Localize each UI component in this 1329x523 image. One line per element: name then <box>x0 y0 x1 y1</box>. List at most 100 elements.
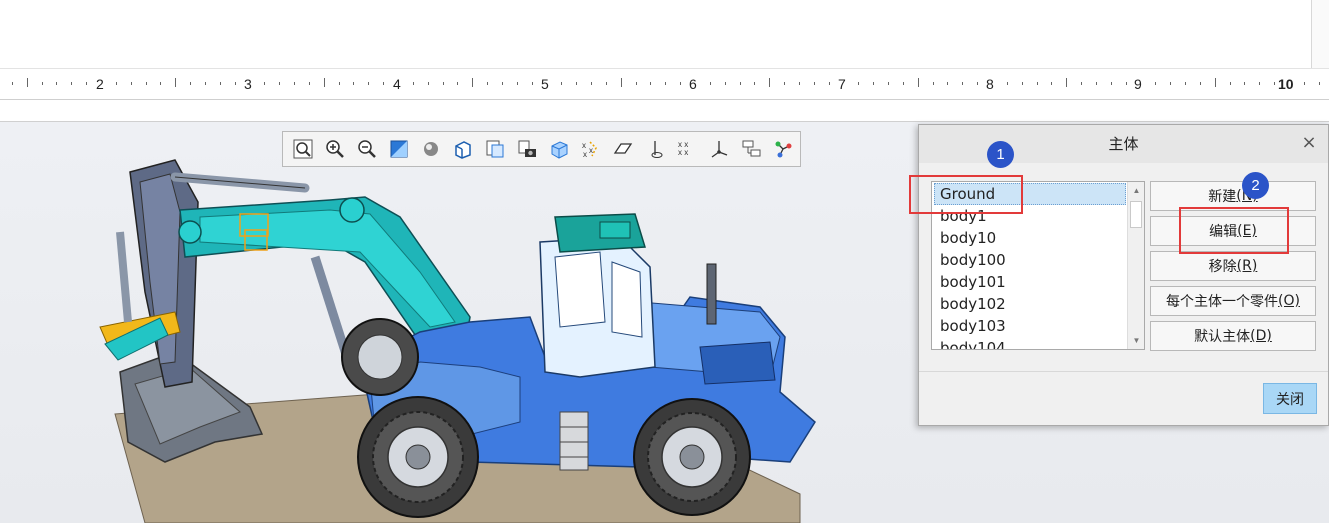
ruler-tick <box>1155 82 1156 85</box>
ruler-tick <box>71 82 72 85</box>
vertical-scrollbar[interactable] <box>1311 0 1329 68</box>
ruler-tick <box>561 82 562 85</box>
dialog-title: 主体 <box>919 125 1328 163</box>
tree-icon[interactable] <box>735 135 766 163</box>
ruler-tick <box>1081 82 1082 85</box>
list-scrollbar[interactable]: ▲ ▼ <box>1127 182 1144 349</box>
ruler-label: 3 <box>244 76 252 92</box>
ruler-tick <box>264 82 265 85</box>
ruler-tick <box>86 82 87 85</box>
ruler-tick <box>1066 78 1067 87</box>
one-part-per-body-button[interactable]: 每个主体一个零件 (O) <box>1150 286 1316 316</box>
view-window-icon[interactable] <box>383 135 414 163</box>
ruler-tick <box>962 82 963 85</box>
list-item[interactable]: body103 <box>932 315 1144 337</box>
close-button[interactable]: 关闭 <box>1263 383 1317 414</box>
ruler-tick <box>1319 82 1320 85</box>
ruler-tick <box>903 82 904 85</box>
ruler-tick <box>457 82 458 85</box>
step-badge-1: 1 <box>987 141 1014 168</box>
ruler-tick <box>368 82 369 85</box>
grid-points-icon[interactable]: x xx x <box>671 135 702 163</box>
ruler-tick <box>294 82 295 85</box>
ruler-tick <box>576 82 577 85</box>
ruler-label: 2 <box>96 76 104 92</box>
ruler-tick <box>487 82 488 85</box>
ruler-tick <box>977 82 978 85</box>
ruler-tick <box>1170 82 1171 85</box>
plane-icon[interactable] <box>607 135 638 163</box>
remove-button[interactable]: 移除 (R) <box>1150 251 1316 281</box>
ruler-tick <box>636 82 637 85</box>
ruler-tick <box>918 78 919 87</box>
ruler-tick <box>1051 82 1052 85</box>
ruler-tick <box>873 82 874 85</box>
ruler-tick <box>116 82 117 85</box>
cube-icon[interactable] <box>543 135 574 163</box>
zoom-out-icon[interactable] <box>351 135 382 163</box>
scroll-up-icon[interactable]: ▲ <box>1128 182 1144 199</box>
close-icon[interactable]: × <box>1300 134 1318 152</box>
ruler-tick <box>146 82 147 85</box>
ruler-tick <box>428 82 429 85</box>
ruler-tick <box>784 82 785 85</box>
copy-view-icon[interactable] <box>479 135 510 163</box>
joint-icon[interactable] <box>703 135 734 163</box>
ruler-tick <box>606 82 607 85</box>
one-part-button-mnemonic: (O) <box>1278 293 1300 309</box>
ruler-tick <box>725 82 726 85</box>
ruler-label: 8 <box>986 76 994 92</box>
ruler-label: 7 <box>838 76 846 92</box>
ruler-tick <box>12 82 13 85</box>
ruler-tick <box>56 82 57 85</box>
axis-icon[interactable] <box>639 135 670 163</box>
points-icon[interactable]: xxx <box>575 135 606 163</box>
ruler-tick <box>1259 82 1260 85</box>
default-button-label: 默认主体 <box>1194 329 1251 345</box>
ruler-tick <box>339 82 340 85</box>
ruler-tick <box>205 82 206 85</box>
shading-icon[interactable] <box>415 135 446 163</box>
list-item[interactable]: body100 <box>932 249 1144 271</box>
new-button-label: 新建 <box>1208 189 1237 205</box>
list-item[interactable]: body102 <box>932 293 1144 315</box>
scroll-thumb[interactable] <box>1130 201 1142 228</box>
list-item[interactable]: body10 <box>932 227 1144 249</box>
highlight-ground <box>909 175 1023 214</box>
ruler-tick <box>710 82 711 85</box>
zoom-fit-icon[interactable] <box>287 135 318 163</box>
scroll-down-icon[interactable]: ▼ <box>1128 332 1144 349</box>
default-body-button[interactable]: 默认主体 (D) <box>1150 321 1316 351</box>
default-button-mnemonic: (D) <box>1250 328 1272 344</box>
ruler-tick <box>829 82 830 85</box>
ruler-tick <box>1185 82 1186 85</box>
list-item[interactable]: body104 <box>932 337 1144 349</box>
remove-button-mnemonic: (R) <box>1236 258 1258 274</box>
ruler-tick <box>933 82 934 85</box>
ruler-tick <box>175 78 176 87</box>
ruler-tick <box>591 82 592 85</box>
ruler-tick <box>472 78 473 87</box>
camera-icon[interactable] <box>511 135 542 163</box>
ruler-divider <box>0 100 1329 122</box>
ruler-tick <box>1037 82 1038 85</box>
ruler-tick <box>190 82 191 85</box>
ruler-tick <box>740 82 741 85</box>
ruler-tick <box>947 82 948 85</box>
step-badge-2: 2 <box>1242 172 1269 199</box>
ruler-tick <box>1215 78 1216 87</box>
link-icon[interactable] <box>767 135 798 163</box>
box-view-icon[interactable] <box>447 135 478 163</box>
ruler-tick <box>665 82 666 85</box>
list-item[interactable]: body101 <box>932 271 1144 293</box>
ruler-tick <box>279 82 280 85</box>
ruler-tick <box>1304 82 1305 85</box>
ruler-tick <box>160 82 161 85</box>
view-toolbar: xxx x xx x <box>282 131 801 167</box>
document-area <box>0 0 1329 68</box>
ruler-tick <box>1230 82 1231 85</box>
ruler-tick <box>1244 82 1245 85</box>
ruler-tick <box>324 78 325 87</box>
ruler-tick <box>353 82 354 85</box>
zoom-in-icon[interactable] <box>319 135 350 163</box>
